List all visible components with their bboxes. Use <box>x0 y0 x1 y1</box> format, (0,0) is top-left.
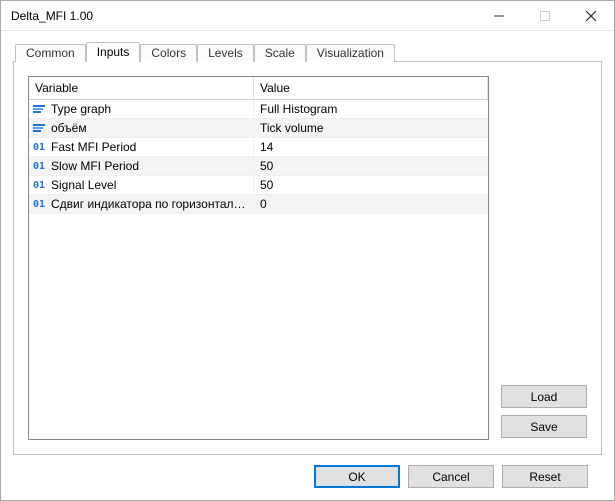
close-button[interactable] <box>568 1 614 31</box>
variable-name: Signal Level <box>49 177 254 193</box>
variable-name: Fast MFI Period <box>49 139 254 155</box>
tab-inputs[interactable]: Inputs <box>86 42 141 62</box>
save-button[interactable]: Save <box>501 415 587 438</box>
inputs-grid[interactable]: Variable Value Type graphFull Histogramо… <box>28 76 489 440</box>
enum-type-icon <box>29 123 49 133</box>
footer-buttons: OK Cancel Reset <box>13 455 602 488</box>
minimize-button[interactable] <box>476 1 522 31</box>
table-row[interactable]: Type graphFull Histogram <box>29 100 488 119</box>
tab-levels[interactable]: Levels <box>197 44 254 62</box>
table-row[interactable]: 01Slow MFI Period50 <box>29 157 488 176</box>
table-row[interactable]: объёмTick volume <box>29 119 488 138</box>
tab-visualization[interactable]: Visualization <box>306 44 395 62</box>
int-type-icon: 01 <box>29 161 49 172</box>
column-header-value[interactable]: Value <box>254 77 488 99</box>
variable-name: объём <box>49 120 254 136</box>
tab-scale[interactable]: Scale <box>254 44 306 62</box>
variable-value[interactable]: Full Histogram <box>254 101 488 117</box>
variable-value[interactable]: 50 <box>254 158 488 174</box>
variable-value[interactable]: Tick volume <box>254 120 488 136</box>
table-row[interactable]: 01Сдвиг индикатора по горизонтали в ...0 <box>29 195 488 214</box>
tab-strip: Common Inputs Colors Levels Scale Visual… <box>13 39 602 61</box>
variable-value[interactable]: 50 <box>254 177 488 193</box>
dialog-body: Common Inputs Colors Levels Scale Visual… <box>1 31 614 500</box>
variable-name: Сдвиг индикатора по горизонтали в ... <box>49 196 254 212</box>
int-type-icon: 01 <box>29 142 49 153</box>
tab-panel: Variable Value Type graphFull Histogramо… <box>13 61 602 455</box>
variable-value[interactable]: 0 <box>254 196 488 212</box>
enum-type-icon <box>29 104 49 114</box>
maximize-button <box>522 1 568 31</box>
tab-colors[interactable]: Colors <box>140 44 197 62</box>
dialog-window: Delta_MFI 1.00 Common Inputs Colors Leve… <box>0 0 615 501</box>
load-button[interactable]: Load <box>501 385 587 408</box>
int-type-icon: 01 <box>29 199 49 210</box>
window-title: Delta_MFI 1.00 <box>11 9 476 23</box>
titlebar: Delta_MFI 1.00 <box>1 1 614 31</box>
grid-header: Variable Value <box>29 77 488 100</box>
column-header-variable[interactable]: Variable <box>29 77 254 99</box>
variable-name: Type graph <box>49 101 254 117</box>
int-type-icon: 01 <box>29 180 49 191</box>
table-row[interactable]: 01Signal Level50 <box>29 176 488 195</box>
reset-button[interactable]: Reset <box>502 465 588 488</box>
grid-body: Type graphFull HistogramобъёмTick volume… <box>29 100 488 439</box>
cancel-button[interactable]: Cancel <box>408 465 494 488</box>
side-buttons: Load Save <box>489 76 587 440</box>
ok-button[interactable]: OK <box>314 465 400 488</box>
table-row[interactable]: 01Fast MFI Period14 <box>29 138 488 157</box>
variable-name: Slow MFI Period <box>49 158 254 174</box>
tab-common[interactable]: Common <box>15 44 86 62</box>
variable-value[interactable]: 14 <box>254 139 488 155</box>
